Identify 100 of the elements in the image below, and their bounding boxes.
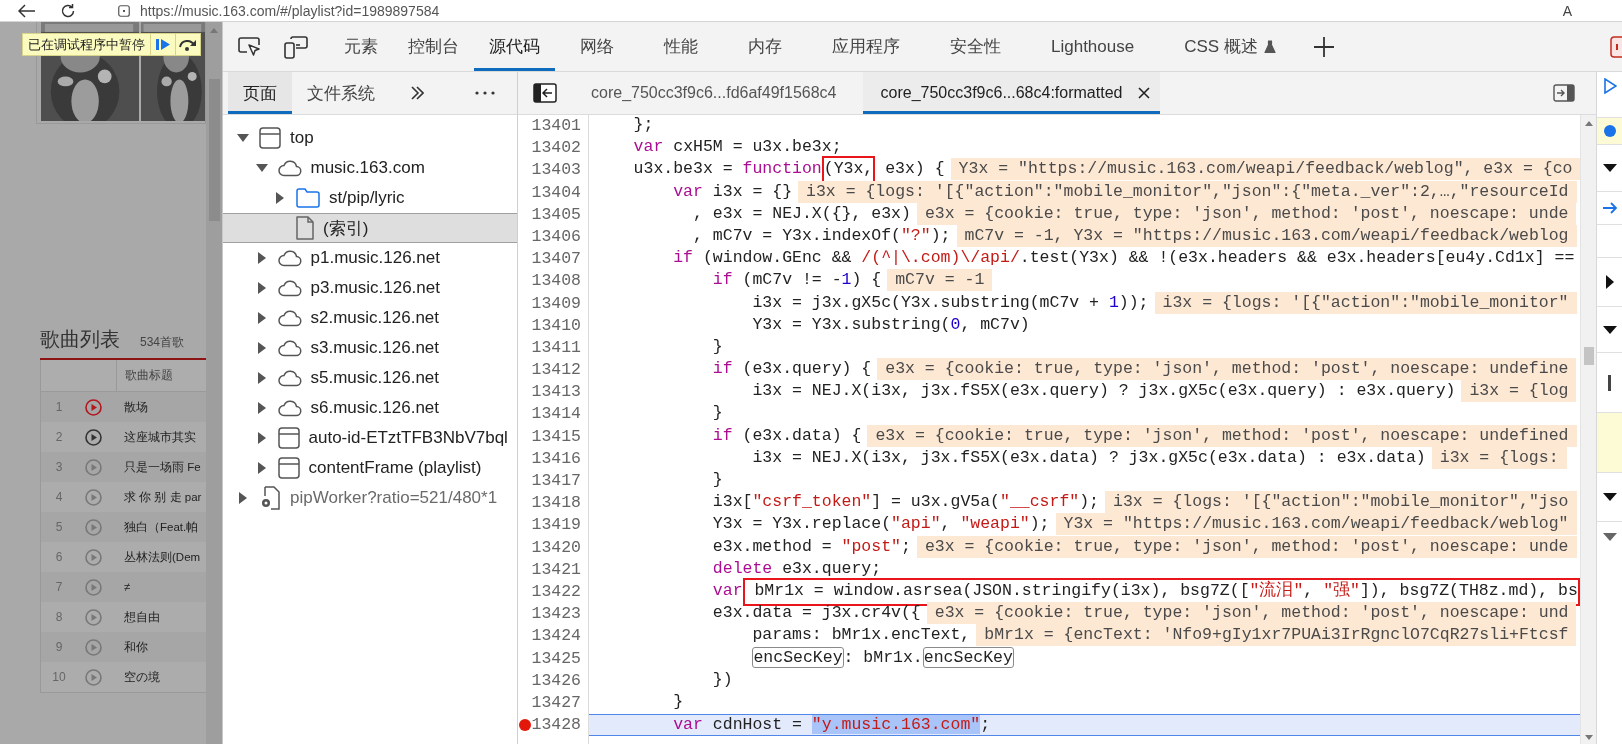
code-text: var cdnHost =: [673, 715, 803, 735]
triangle-right-icon[interactable]: [1604, 275, 1615, 289]
panel-tab[interactable]: 元素: [329, 22, 393, 71]
code-text: i3x["csrf_token"] = u3x.gV5a("__csrf");: [712, 492, 1100, 512]
tree-item[interactable]: pipWorker?ratio=521/480*1: [290, 488, 498, 508]
read-aloud-button[interactable]: A: [1562, 2, 1572, 19]
line-number: 13428: [531, 715, 581, 735]
site-info-icon[interactable]: [118, 4, 130, 17]
value-hint: mC7v = -1: [887, 269, 993, 292]
inspect-icon[interactable]: [237, 35, 263, 58]
panel-tab[interactable]: 内存: [723, 22, 807, 71]
collapsed-arrow-icon[interactable]: [237, 492, 249, 504]
collapsed-arrow-icon[interactable]: [255, 312, 268, 324]
panel-tab[interactable]: Lighthouse: [1026, 22, 1160, 71]
collapsed-arrow-icon[interactable]: [255, 372, 268, 384]
code-text: i3x = j3x.gX5c(Y3x.substring(mC7v + 1));: [752, 292, 1149, 312]
line-number: 13402: [531, 138, 581, 158]
back-icon[interactable]: [18, 3, 36, 18]
scroll-up-icon[interactable]: [1584, 121, 1593, 126]
more-options-icon[interactable]: [474, 90, 496, 96]
song-title[interactable]: 求 你 别 走 par: [124, 489, 202, 505]
issues-icon[interactable]: [1610, 34, 1622, 59]
column-header: 歌曲标题: [125, 367, 173, 384]
close-icon[interactable]: [1138, 87, 1151, 99]
tree-item[interactable]: music.163.com: [310, 158, 425, 178]
resume-icon[interactable]: [1602, 78, 1617, 94]
tree-item[interactable]: s2.music.126.net: [310, 308, 439, 328]
song-title[interactable]: 丛林法则(Dem: [124, 549, 201, 565]
triangle-down-icon[interactable]: [1602, 163, 1617, 173]
scroll-down-icon[interactable]: [1584, 735, 1593, 740]
track-number: 10: [51, 670, 67, 684]
cloud-icon: [277, 249, 302, 267]
file-tab[interactable]: core_750cc3f9c6...fd6af49f1568c4: [573, 72, 847, 114]
file-tab[interactable]: core_750cc3f9c6...68c4:formatted: [862, 72, 1161, 114]
song-title[interactable]: 这座城市其实: [124, 429, 196, 445]
song-title[interactable]: 想自由: [124, 609, 160, 625]
more-tabs-icon[interactable]: [410, 86, 424, 100]
code-text: if (window.GEnc && /(^|\.com)\/api/.test(Y3x) && !(e3x.headers && e3x.headers[eu4y.Cd1x] ==: [673, 248, 1575, 268]
tree-item[interactable]: s5.music.126.net: [310, 368, 439, 388]
panel-tab[interactable]: CSS 概述: [1159, 22, 1301, 71]
code-text: };: [633, 115, 654, 134]
code-text: if (mC7v != -1) {: [712, 270, 882, 290]
navigator-tab[interactable]: 文件系统: [292, 72, 390, 114]
triangle-down-icon[interactable]: [1602, 324, 1617, 335]
tree-item[interactable]: s6.music.126.net: [310, 398, 439, 418]
value-hint: i3x = {logs:: [1431, 446, 1567, 469]
song-title[interactable]: 只是一场雨 Fe: [124, 459, 201, 475]
panel-tab[interactable]: 安全性: [925, 22, 1026, 71]
song-title[interactable]: 独白（Feat.帕: [124, 519, 199, 535]
tree-item[interactable]: p1.music.126.net: [310, 248, 440, 268]
reload-icon[interactable]: [60, 2, 76, 19]
track-number: 1: [54, 400, 64, 414]
value-hint: i3x = {logs: '[{"action":"mobile_monitor","json":{"meta._ver":2,…,"resourceId: [798, 180, 1577, 203]
sidebar-toggle-icon[interactable]: [533, 83, 557, 103]
dot-icon[interactable]: [1603, 125, 1616, 137]
panel-tab[interactable]: 性能: [639, 22, 723, 71]
expanded-arrow-icon[interactable]: [237, 133, 249, 143]
tree-item[interactable]: top: [290, 128, 314, 148]
value-hint: i3x = {logs: '[{"action":"mobile_monitor","jso: [1105, 491, 1577, 514]
tree-item[interactable]: contentFrame (playlist): [308, 458, 482, 478]
tree-item[interactable]: auto-id-ETztTFB3NbV7bql: [308, 428, 508, 448]
scrollbar-thumb[interactable]: [1583, 347, 1594, 365]
song-title[interactable]: 空の境: [124, 669, 160, 685]
collapsed-arrow-icon[interactable]: [255, 462, 268, 474]
frame-icon: [277, 457, 300, 479]
expanded-arrow-icon[interactable]: [255, 163, 268, 173]
tree-item[interactable]: st/pip/lyric: [329, 188, 405, 208]
navigator-tab[interactable]: 页面: [228, 72, 292, 114]
track-number: 3: [54, 460, 64, 474]
panel-tab[interactable]: 网络: [555, 22, 639, 71]
tree-item[interactable]: (索引): [323, 216, 369, 240]
triangle-down-icon[interactable]: [1602, 492, 1617, 502]
song-title[interactable]: 散场: [124, 399, 148, 415]
play-icon[interactable]: [85, 398, 102, 416]
song-title[interactable]: ≠: [124, 581, 131, 593]
device-icon[interactable]: [283, 34, 309, 59]
play-icon[interactable]: [85, 428, 102, 446]
bar-icon[interactable]: [1608, 374, 1611, 391]
panel-tab[interactable]: 应用程序: [807, 22, 925, 71]
line-number: 13401: [531, 116, 581, 135]
address-field[interactable]: https://music.163.com/#/playlist?id=1989897584: [140, 2, 440, 19]
collapsed-arrow-icon[interactable]: [255, 252, 268, 264]
collapsed-arrow-icon[interactable]: [255, 342, 268, 354]
collapsed-arrow-icon[interactable]: [255, 282, 268, 294]
collapsed-arrow-icon[interactable]: [255, 432, 268, 444]
line-number: 13411: [531, 337, 581, 357]
breakpoint-icon[interactable]: [519, 719, 531, 732]
panel-toggle-icon[interactable]: [1553, 84, 1575, 102]
add-icon[interactable]: [1312, 35, 1335, 58]
code-text: e3x.method = "post";: [712, 536, 911, 556]
frame-icon: [259, 127, 281, 149]
value-hint: mC7v = -1, Y3x = "https://music.163.com/weapi/feedback/weblog: [956, 224, 1577, 247]
collapsed-arrow-icon[interactable]: [274, 192, 286, 204]
panel-tab[interactable]: 控制台: [393, 22, 474, 71]
tree-item[interactable]: s3.music.126.net: [310, 338, 439, 358]
line-number: 13426: [531, 670, 581, 690]
collapsed-arrow-icon[interactable]: [255, 402, 268, 414]
arrow-right-icon[interactable]: [1601, 202, 1618, 214]
song-title[interactable]: 和你: [124, 639, 148, 655]
tree-item[interactable]: p3.music.126.net: [310, 278, 440, 298]
